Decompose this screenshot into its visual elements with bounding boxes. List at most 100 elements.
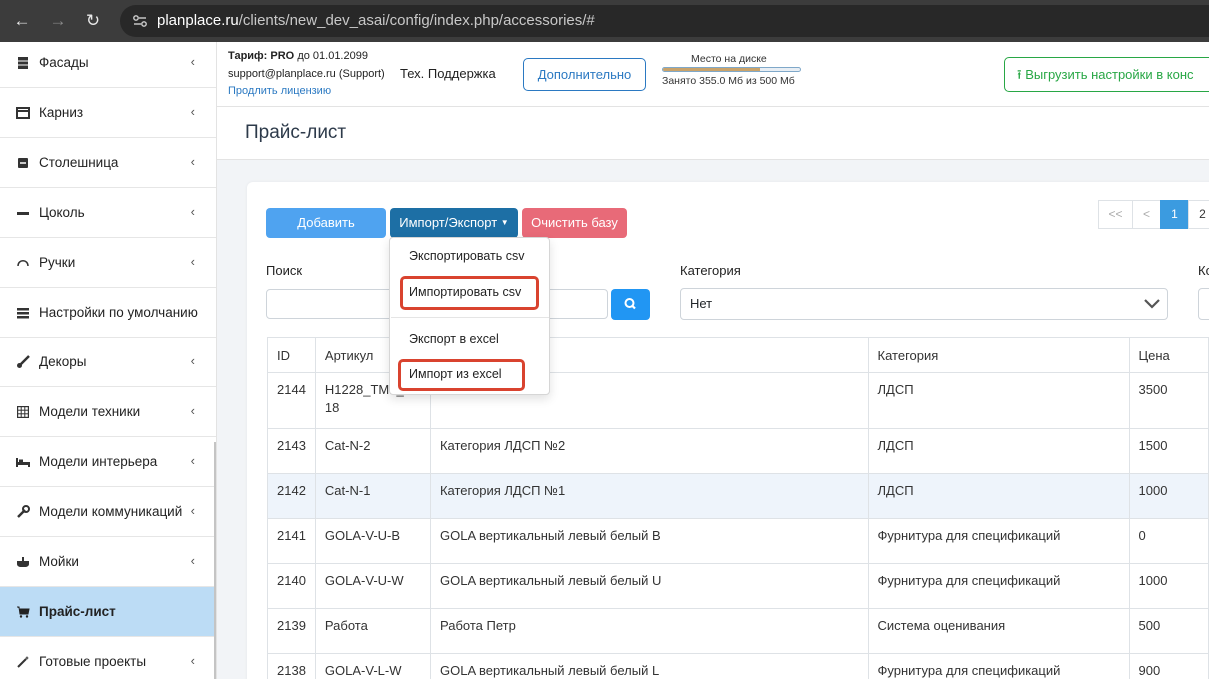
cell-category: Фурнитура для спецификаций [867, 518, 1130, 564]
sidebar-item-facades[interactable]: Фасады ‹ [0, 42, 216, 88]
sidebar-item-interior-models[interactable]: Модели интерьера ‹ [0, 437, 216, 487]
table-row[interactable]: 2138 GOLA-V-L-W GOLA вертикальный левый … [267, 653, 1209, 679]
renew-license-link[interactable]: Продлить лицензию [228, 85, 331, 97]
browser-toolbar: ← → ↻ planplace.ru/clients/new_dev_asai/… [0, 0, 1209, 42]
site-settings-icon[interactable] [132, 13, 148, 29]
reload-icon[interactable]: ↻ [81, 9, 105, 33]
menu-item-export-excel[interactable]: Экспорт в excel [409, 332, 499, 346]
upload-settings-button[interactable]: ⭱ Выгрузить настройки в конс [1004, 57, 1209, 92]
sidebar-item-price-list[interactable]: Прайс-лист [0, 587, 216, 637]
disk-usage-text: Занято 355.0 Мб из 500 Мб [662, 75, 795, 87]
extra-button[interactable]: Дополнительно [523, 58, 646, 91]
cell-price: 1000 [1128, 563, 1209, 609]
cell-id: 2144 [267, 372, 316, 429]
cell-id: 2143 [267, 428, 316, 474]
third-filter-select[interactable] [1198, 288, 1209, 320]
search-button[interactable] [611, 289, 650, 320]
tariff-value: PRO [270, 50, 295, 62]
sidebar-item-default-settings[interactable]: Настройки по умолчанию [0, 288, 216, 338]
sidebar-item-plinth[interactable]: Цоколь ‹ [0, 188, 216, 238]
cell-name: Категория ЛДСП №2 [429, 428, 869, 474]
url-path: /clients/new_dev_asai/config/index.php/a… [238, 12, 595, 29]
sidebar-item-handles[interactable]: Ручки ‹ [0, 238, 216, 288]
chevron-left-icon: ‹ [190, 353, 195, 368]
chevron-left-icon: ‹ [190, 453, 195, 468]
cell-id: 2141 [267, 518, 316, 564]
sidebar-item-ready-projects[interactable]: Готовые проекты ‹ [0, 637, 216, 679]
pagination-page-1[interactable]: 1 [1160, 200, 1189, 229]
search-label: Поиск [266, 263, 303, 278]
cell-article: GOLA-V-L-W [314, 653, 431, 679]
disk-usage-bar [662, 67, 801, 72]
cell-article: GOLA-V-U-W [314, 563, 431, 609]
sidebar: Фасады ‹ Карниз ‹ Столешница ‹ Цоколь ‹ … [0, 42, 217, 679]
sidebar-item-label: Настройки по умолчанию [39, 305, 198, 320]
tariff-label: Тариф: [228, 50, 268, 62]
sidebar-item-sinks[interactable]: Мойки ‹ [0, 537, 216, 587]
add-button[interactable]: Добавить [266, 208, 386, 238]
search-icon [624, 298, 636, 310]
brush-icon [14, 354, 32, 369]
forward-arrow-icon[interactable]: → [46, 9, 70, 33]
upload-settings-label: Выгрузить настройки в конс [1025, 67, 1194, 82]
table-row[interactable]: 2140 GOLA-V-U-W GOLA вертикальный левый … [267, 563, 1209, 609]
tariff-info: Тариф: PRO до 01.01.2099 [228, 50, 368, 62]
category-select[interactable]: Нет [680, 288, 1168, 320]
cell-name: Работа Петр [429, 608, 869, 654]
sidebar-item-label: Модели техники [39, 404, 141, 419]
pagination-prev[interactable]: < [1132, 200, 1161, 229]
url-host: planplace.ru [157, 12, 239, 29]
page-title: Прайс-лист [245, 122, 347, 143]
sidebar-item-appliance-models[interactable]: Модели техники ‹ [0, 387, 216, 437]
chevron-left-icon: ‹ [190, 54, 195, 69]
cell-name: GOLA вертикальный левый белый U [429, 563, 869, 609]
sidebar-item-label: Модели коммуникаций [39, 504, 183, 519]
chevron-left-icon: ‹ [190, 553, 195, 568]
cell-price: 1000 [1128, 473, 1209, 519]
column-header-id[interactable]: ID [267, 337, 316, 373]
import-export-button[interactable]: Импорт/Экспорт ▼ [390, 208, 518, 238]
disk-usage-fill [663, 68, 761, 71]
facade-icon [14, 56, 32, 70]
table-row[interactable]: 2143 Cat-N-2 Категория ЛДСП №2 ЛДСП 1500 [267, 428, 1209, 474]
sidebar-item-label: Ручки [39, 255, 76, 270]
caret-down-icon: ▼ [500, 218, 509, 227]
address-bar[interactable]: planplace.ru/clients/new_dev_asai/config… [120, 5, 1209, 37]
tech-support-link[interactable]: Тех. Поддержка [400, 66, 496, 81]
cell-article: Cat-N-1 [314, 473, 431, 519]
pagination-page-2[interactable]: 2 [1188, 200, 1209, 229]
column-header-category[interactable]: Категория [867, 337, 1130, 373]
menu-divider [391, 317, 549, 318]
cell-id: 2138 [267, 653, 316, 679]
cell-name: GOLA вертикальный левый белый L [429, 653, 869, 679]
sidebar-scrollbar[interactable] [214, 442, 216, 679]
sidebar-item-countertop[interactable]: Столешница ‹ [0, 138, 216, 188]
chevron-left-icon: ‹ [190, 403, 195, 418]
countertop-icon [14, 156, 32, 170]
cell-category: ЛДСП [867, 372, 1130, 429]
upload-icon: ⭱ [1017, 67, 1022, 82]
column-header-price[interactable]: Цена [1128, 337, 1209, 373]
sidebar-item-decors[interactable]: Декоры ‹ [0, 337, 216, 387]
clear-database-button[interactable]: Очистить базу [522, 208, 627, 238]
cell-id: 2139 [267, 608, 316, 654]
sidebar-item-cornice[interactable]: Карниз ‹ [0, 88, 216, 138]
menu-item-export-csv[interactable]: Экспортировать csv [409, 249, 525, 263]
pagination-first[interactable]: << [1098, 200, 1133, 229]
cell-price: 0 [1128, 518, 1209, 564]
chevron-left-icon: ‹ [190, 254, 195, 269]
table-row[interactable]: 2139 Работа Работа Петр Система оцениван… [267, 608, 1209, 654]
third-filter-label: Ко [1198, 263, 1209, 278]
disk-space-label: Место на диске [691, 53, 767, 65]
cell-category: ЛДСП [867, 428, 1130, 474]
chevron-down-icon [1144, 299, 1160, 309]
sidebar-item-label: Цоколь [39, 205, 85, 220]
url-text[interactable]: planplace.ru/clients/new_dev_asai/config… [157, 12, 595, 29]
sidebar-item-communication-models[interactable]: Модели коммуникаций ‹ [0, 487, 216, 537]
table-row[interactable]: 2142 Cat-N-1 Категория ЛДСП №1 ЛДСП 1000 [267, 473, 1209, 519]
back-arrow-icon[interactable]: ← [10, 9, 34, 33]
tariff-until: до 01.01.2099 [297, 50, 368, 62]
settings-list-icon [14, 306, 32, 320]
highlight-box-import-excel [398, 359, 525, 391]
table-row[interactable]: 2141 GOLA-V-U-B GOLA вертикальный левый … [267, 518, 1209, 564]
